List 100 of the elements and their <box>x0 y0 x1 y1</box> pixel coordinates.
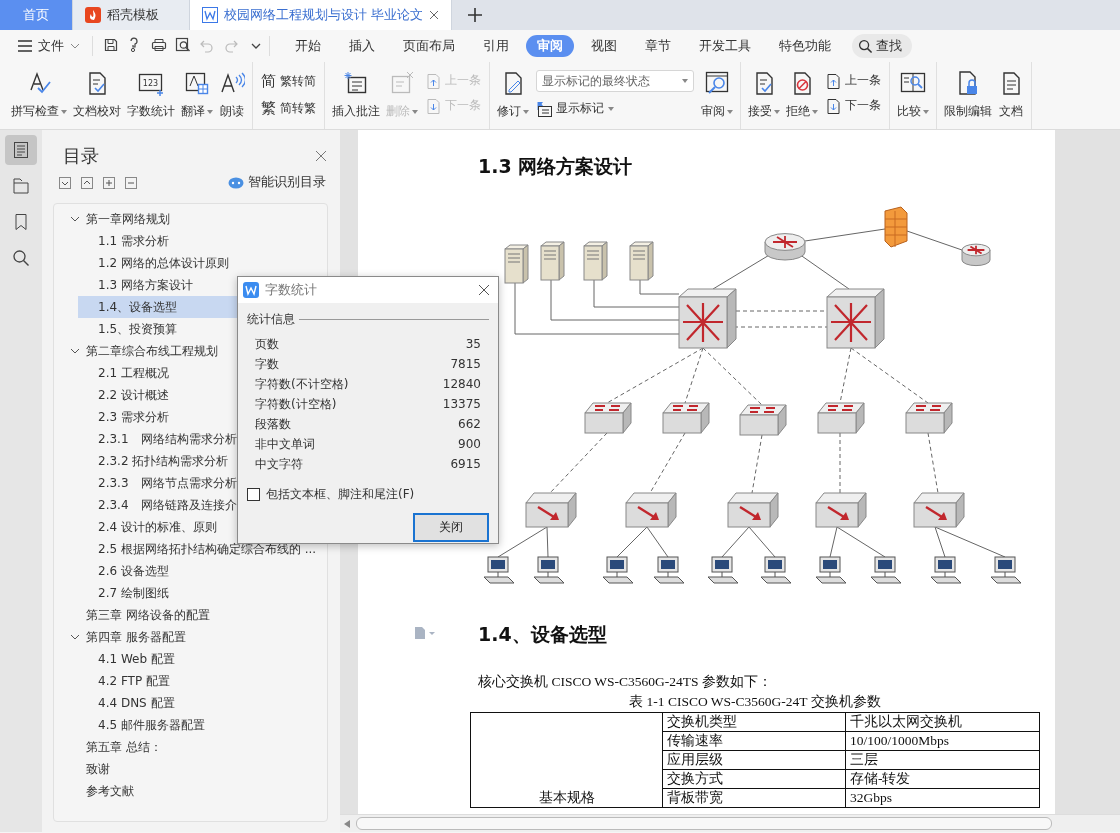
document-tab[interactable]: 校园网络工程规划与设计 毕业论文 <box>190 0 453 30</box>
server-tower <box>629 241 654 281</box>
toc-item[interactable]: 2.5 根据网络拓扑结构确定综合布线的 ... <box>78 538 327 560</box>
caret-icon <box>923 109 929 114</box>
chevron-down-icon[interactable] <box>70 214 80 224</box>
connection-line <box>616 526 648 558</box>
section-heading: 1.3 网络方案设计 <box>478 154 634 179</box>
ribbon-button[interactable]: 修订 <box>494 66 532 124</box>
server-tower <box>583 241 608 281</box>
ribbon-button[interactable]: 下一条 <box>825 97 881 114</box>
minus-icon[interactable] <box>125 176 137 189</box>
toc-item[interactable]: 第四章 服务器配置 <box>54 626 327 648</box>
stat-value: 6915 <box>450 457 481 471</box>
table-caption: 表 1-1 CISCO WS-C3560G-24T 交换机参数 <box>628 693 882 711</box>
ribbon-button[interactable]: 文档校对 <box>70 66 124 124</box>
ribbon-tab[interactable]: 引用 <box>472 35 520 57</box>
ribbon-button[interactable]: 限制编辑 <box>941 66 995 124</box>
collapse-icon[interactable] <box>59 176 71 189</box>
ribbon-tab[interactable]: 开发工具 <box>688 35 762 57</box>
ribbon-tab[interactable]: 章节 <box>634 35 682 57</box>
computer <box>930 556 962 584</box>
ribbon-button[interactable]: 拒绝 <box>783 66 821 124</box>
caret-icon[interactable] <box>251 43 261 49</box>
ribbon-button[interactable]: 显示标记 <box>536 100 694 117</box>
toc-item[interactable]: 2.7 绘制图纸 <box>78 582 327 604</box>
plus-icon[interactable] <box>103 176 115 189</box>
caret-icon <box>207 109 213 114</box>
access-switch-drawing <box>625 492 677 528</box>
toc-item[interactable]: 第三章 网络设备的配置 <box>54 604 327 626</box>
core-switch-drawing <box>826 288 885 349</box>
chevron-down-icon <box>70 43 80 49</box>
access-switch-drawing <box>815 492 867 528</box>
connection-line <box>751 434 763 494</box>
ribbon-button[interactable]: 翻译 <box>178 66 216 124</box>
markup-dropdown[interactable]: 显示标记的最终状态 <box>536 70 694 92</box>
ribbon-tab[interactable]: 特色功能 <box>768 35 842 57</box>
connection-line <box>748 526 776 558</box>
flag-list-icon <box>536 100 552 117</box>
stat-label: 字符数(计空格) <box>255 395 337 413</box>
distribution-switch-drawing <box>905 402 953 434</box>
toc-item[interactable]: 第五章 总结： <box>54 736 327 758</box>
ribbon-button[interactable]: 文档 <box>995 66 1027 124</box>
ribbon-button[interactable]: 123 字数统计 <box>124 66 178 124</box>
search-button[interactable]: 查找 <box>852 34 912 58</box>
close-icon[interactable] <box>429 10 440 20</box>
distribution-switch-drawing <box>662 402 710 434</box>
ribbon-tab[interactable]: 页面布局 <box>392 35 466 57</box>
toc-item[interactable]: 1.1 需求分析 <box>78 230 327 252</box>
chevron-down-icon[interactable] <box>70 346 80 356</box>
computer <box>483 556 515 584</box>
ribbon-button[interactable]: 拼写检查 <box>8 66 70 124</box>
toc-item[interactable]: 第一章网络规划 <box>54 208 327 230</box>
sidebar-toggle-button[interactable] <box>5 135 37 165</box>
connection-line <box>839 432 841 494</box>
ribbon-tab[interactable]: 开始 <box>284 35 332 57</box>
computer <box>653 556 685 584</box>
stat-label: 非中文单词 <box>255 435 315 453</box>
scroll-left-icon[interactable] <box>344 819 350 828</box>
toc-item[interactable]: 2.6 设备选型 <box>78 560 327 582</box>
connection-line <box>721 526 750 558</box>
toc-item[interactable]: 致谢 <box>54 758 327 780</box>
search-icon <box>858 38 873 54</box>
checkbox-label[interactable]: 包括文本框、脚注和尾注(F) <box>266 486 415 503</box>
table-cell: 基本规格 <box>470 712 663 808</box>
ribbon-tab[interactable]: 视图 <box>580 35 628 57</box>
toc-item[interactable]: 4.2 FTP 配置 <box>78 670 327 692</box>
expand-icon[interactable] <box>81 176 93 189</box>
toc-item[interactable]: 4.4 DNS 配置 <box>78 692 327 714</box>
close-button[interactable]: 关闭 <box>413 513 489 542</box>
ribbon-button[interactable]: 审阅 <box>698 66 736 124</box>
table-cell: 背板带宽 <box>662 788 846 808</box>
ribbon-button[interactable]: 简 繁转简 <box>261 72 316 91</box>
close-icon[interactable] <box>316 151 326 161</box>
ribbon-button[interactable]: 比较 <box>894 66 932 124</box>
toc-item[interactable]: 参考文献 <box>54 780 327 802</box>
magnifier-window-icon <box>704 70 730 96</box>
toc-item[interactable]: 1.2 网络的总体设计原则 <box>78 252 327 274</box>
stat-label: 中文字符 <box>255 455 303 473</box>
smart-toc-button[interactable]: 智能识别目录 <box>228 174 326 191</box>
distribution-switch-drawing <box>817 402 865 434</box>
scrollbar-thumb[interactable] <box>356 817 1052 830</box>
menu-icon <box>18 40 32 52</box>
ribbon-button[interactable]: 插入批注 <box>329 66 383 124</box>
access-switch-drawing <box>727 492 779 528</box>
ribbon-button[interactable]: 繁 简转繁 <box>261 99 316 118</box>
ribbon-button[interactable]: 接受 <box>745 66 783 124</box>
server-tower <box>504 244 529 284</box>
distribution-switch-drawing <box>739 404 787 436</box>
ribbon-tab[interactable]: 插入 <box>338 35 386 57</box>
ribbon-button[interactable]: 朗读 <box>216 66 248 124</box>
chevron-down-icon[interactable] <box>70 632 80 642</box>
toc-item[interactable]: 4.1 Web 配置 <box>78 648 327 670</box>
close-icon[interactable] <box>478 284 490 296</box>
template-tab[interactable]: 稻壳模板 <box>73 0 190 30</box>
panel-title: 目录 <box>63 144 99 168</box>
firewall <box>884 206 908 248</box>
file-menu-button[interactable]: 文件 <box>14 37 84 55</box>
checkbox[interactable] <box>247 488 260 501</box>
ribbon-button[interactable]: 上一条 <box>825 72 881 89</box>
toc-item[interactable]: 4.5 邮件服务器配置 <box>78 714 327 736</box>
